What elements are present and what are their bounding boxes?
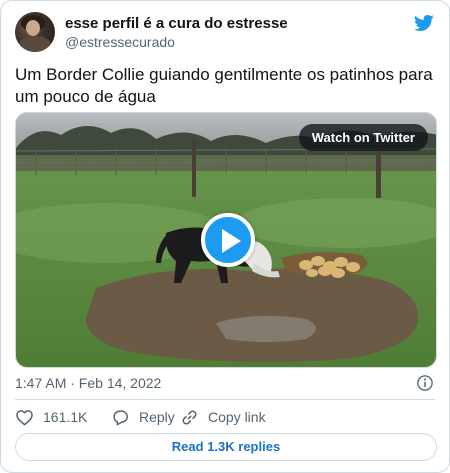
reply-label: Reply	[139, 409, 175, 425]
tweet-actions: 161.1K Reply Copy link	[15, 406, 435, 428]
video-player[interactable]: Watch on Twitter	[15, 112, 437, 368]
reply-button[interactable]: Reply	[111, 406, 175, 428]
play-icon	[222, 229, 241, 253]
author-name[interactable]: esse perfil é a cura do estresse	[65, 15, 288, 32]
copy-link-label: Copy link	[208, 409, 266, 425]
copy-link-button[interactable]: Copy link	[180, 406, 266, 428]
tweet-header: esse perfil é a cura do estresse @estres…	[15, 12, 435, 52]
watch-on-twitter-button[interactable]: Watch on Twitter	[298, 124, 428, 151]
like-count: 161.1K	[43, 409, 88, 425]
read-replies-button[interactable]: Read 1.3K replies	[15, 433, 437, 461]
twitter-bird-icon[interactable]	[413, 13, 435, 33]
reply-icon	[113, 409, 128, 425]
divider	[15, 399, 435, 400]
info-icon[interactable]	[416, 374, 434, 392]
avatar[interactable]	[15, 12, 55, 52]
tweet-timestamp[interactable]: 1:47 AM · Feb 14, 2022	[15, 375, 161, 391]
heart-icon	[16, 409, 33, 425]
tweet-text: Um Border Collie guiando gentilmente os …	[15, 65, 433, 106]
tweet-card: esse perfil é a cura do estresse @estres…	[0, 0, 450, 473]
like-button[interactable]: 161.1K	[15, 406, 87, 428]
play-button[interactable]	[201, 213, 255, 267]
link-icon	[182, 409, 197, 425]
author-handle[interactable]: @estressecurado	[65, 34, 175, 50]
